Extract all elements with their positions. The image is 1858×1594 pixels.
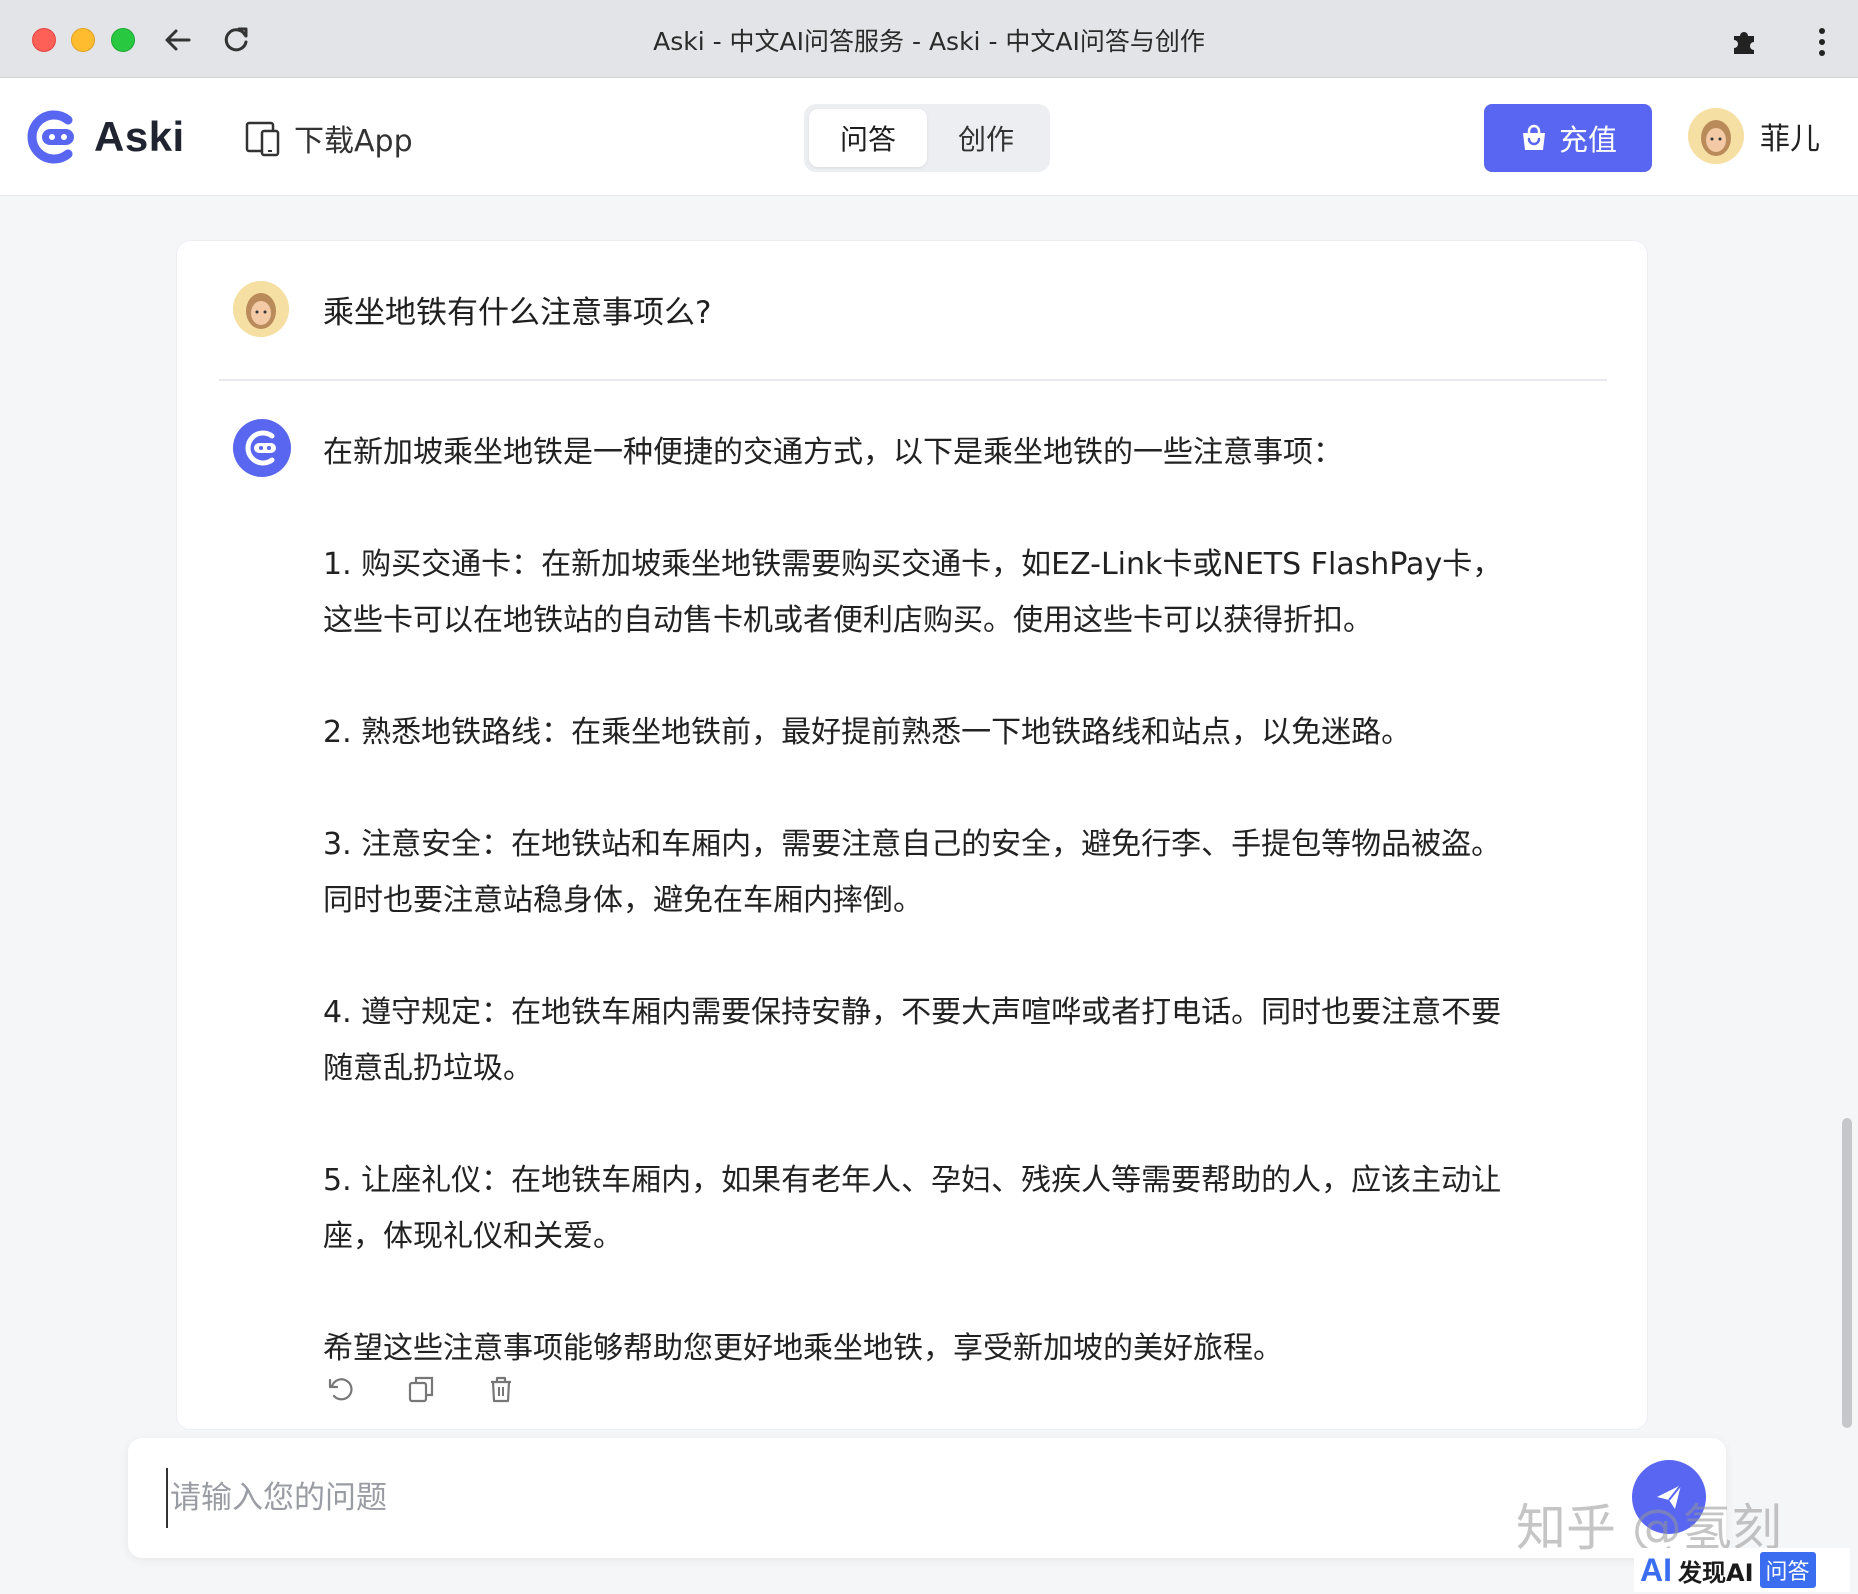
answer-actions: [323, 1371, 519, 1407]
browser-menu-button[interactable]: [1800, 20, 1844, 64]
user-menu[interactable]: 菲儿: [1688, 108, 1820, 164]
page-scrollbar[interactable]: [1842, 1118, 1852, 1428]
answer-item-5-line-1: 5. 让座礼仪：在地铁车厢内，如果有老年人、孕妇、残疾人等需要帮助的人，应该主动…: [323, 1163, 1502, 1198]
trash-icon: [491, 1376, 511, 1403]
aski-logo[interactable]: Aski: [26, 108, 185, 166]
answer-outro: 希望这些注意事项能够帮助您更好地乘坐地铁，享受新加坡的美好旅程。: [323, 1331, 1283, 1366]
copy-button[interactable]: [403, 1371, 439, 1407]
badge-brand-text: 发现AI: [1678, 1558, 1754, 1587]
question-input[interactable]: [166, 1468, 1586, 1528]
bot-avatar: [233, 419, 291, 477]
kebab-menu-icon: [1819, 28, 1825, 56]
answer-text: 在新加坡乘坐地铁是一种便捷的交通方式，以下是乘坐地铁的一些注意事项： 1. 购买…: [323, 425, 1613, 1377]
question-row: 乘坐地铁有什么注意事项么?: [233, 281, 711, 337]
avatar-face-icon: [233, 281, 289, 337]
mode-switch: 问答 创作: [804, 104, 1050, 172]
logo-text: Aski: [94, 113, 185, 160]
answer-intro: 在新加坡乘坐地铁是一种便捷的交通方式，以下是乘坐地铁的一些注意事项：: [323, 435, 1343, 470]
answer-item-3-line-2: 同时也要注意站稳身体，避免在车厢内摔倒。: [323, 883, 923, 918]
avatar-face-icon: [1688, 108, 1744, 164]
devices-icon: [245, 121, 280, 157]
browser-chrome: Aski - 中文AI问答服务 - Aski - 中文AI问答与创作: [0, 0, 1858, 78]
copy-icon: [408, 1376, 434, 1403]
puzzle-icon: [1734, 32, 1754, 54]
answer-item-3-line-1: 3. 注意安全：在地铁站和车厢内，需要注意自己的安全，避免行李、手提包等物品被盗…: [323, 827, 1502, 862]
extensions-button[interactable]: [1722, 20, 1766, 64]
answer-item-2-line-1: 2. 熟悉地铁路线：在乘坐地铁前，最好提前熟悉一下地铁路线和站点，以免迷路。: [323, 715, 1412, 750]
answer-item-4-line-2: 随意乱扔垃圾。: [323, 1051, 533, 1086]
divider: [219, 379, 1607, 381]
question-user-avatar: [233, 281, 289, 337]
question-text: 乘坐地铁有什么注意事项么?: [323, 294, 712, 331]
regenerate-button[interactable]: [323, 1371, 359, 1407]
recharge-button[interactable]: 充值: [1484, 104, 1652, 172]
chat-card: 乘坐地铁有什么注意事项么? 在新加坡乘坐地铁是一种便捷的交通方式，以下是乘坐地铁…: [176, 240, 1648, 1430]
app-header: Aski 下载App 问答 创作 充值 菲儿: [0, 78, 1858, 196]
badge-ai-text: AI: [1640, 1551, 1672, 1588]
question-input-box: [128, 1438, 1726, 1558]
recharge-label: 充值: [1558, 123, 1617, 157]
aski-bot-icon: [245, 430, 276, 466]
delete-button[interactable]: [483, 1371, 519, 1407]
user-avatar: [1688, 108, 1744, 164]
answer-item-4-line-1: 4. 遵守规定：在地铁车厢内需要保持安静，不要大声喧哗或者打电话。同时也要注意不…: [323, 995, 1502, 1030]
tab-qa[interactable]: 问答: [809, 109, 927, 167]
regenerate-icon: [328, 1378, 353, 1401]
shopping-bag-icon: [1522, 124, 1545, 150]
download-app-label: 下载App: [294, 124, 413, 159]
aski-logo-icon: [27, 110, 74, 164]
badge-tag: 问答: [1759, 1552, 1816, 1588]
faxian-ai-badge: AI 发现AI 问答: [1634, 1548, 1850, 1592]
answer-item-1-line-2: 这些卡可以在地铁站的自动售卡机或者便利店购买。使用这些卡可以获得折扣。: [323, 603, 1373, 638]
answer-item-5-line-2: 座，体现礼仪和关爱。: [323, 1219, 623, 1254]
tab-create[interactable]: 创作: [927, 109, 1045, 167]
download-app-link[interactable]: 下载App: [244, 116, 413, 160]
user-name: 菲儿: [1760, 122, 1820, 157]
answer-item-1-line-1: 1. 购买交通卡：在新加坡乘坐地铁需要购买交通卡，如EZ-Link卡或NETS …: [323, 547, 1503, 582]
tab-title: Aski - 中文AI问答服务 - Aski - 中文AI问答与创作: [653, 27, 1205, 56]
